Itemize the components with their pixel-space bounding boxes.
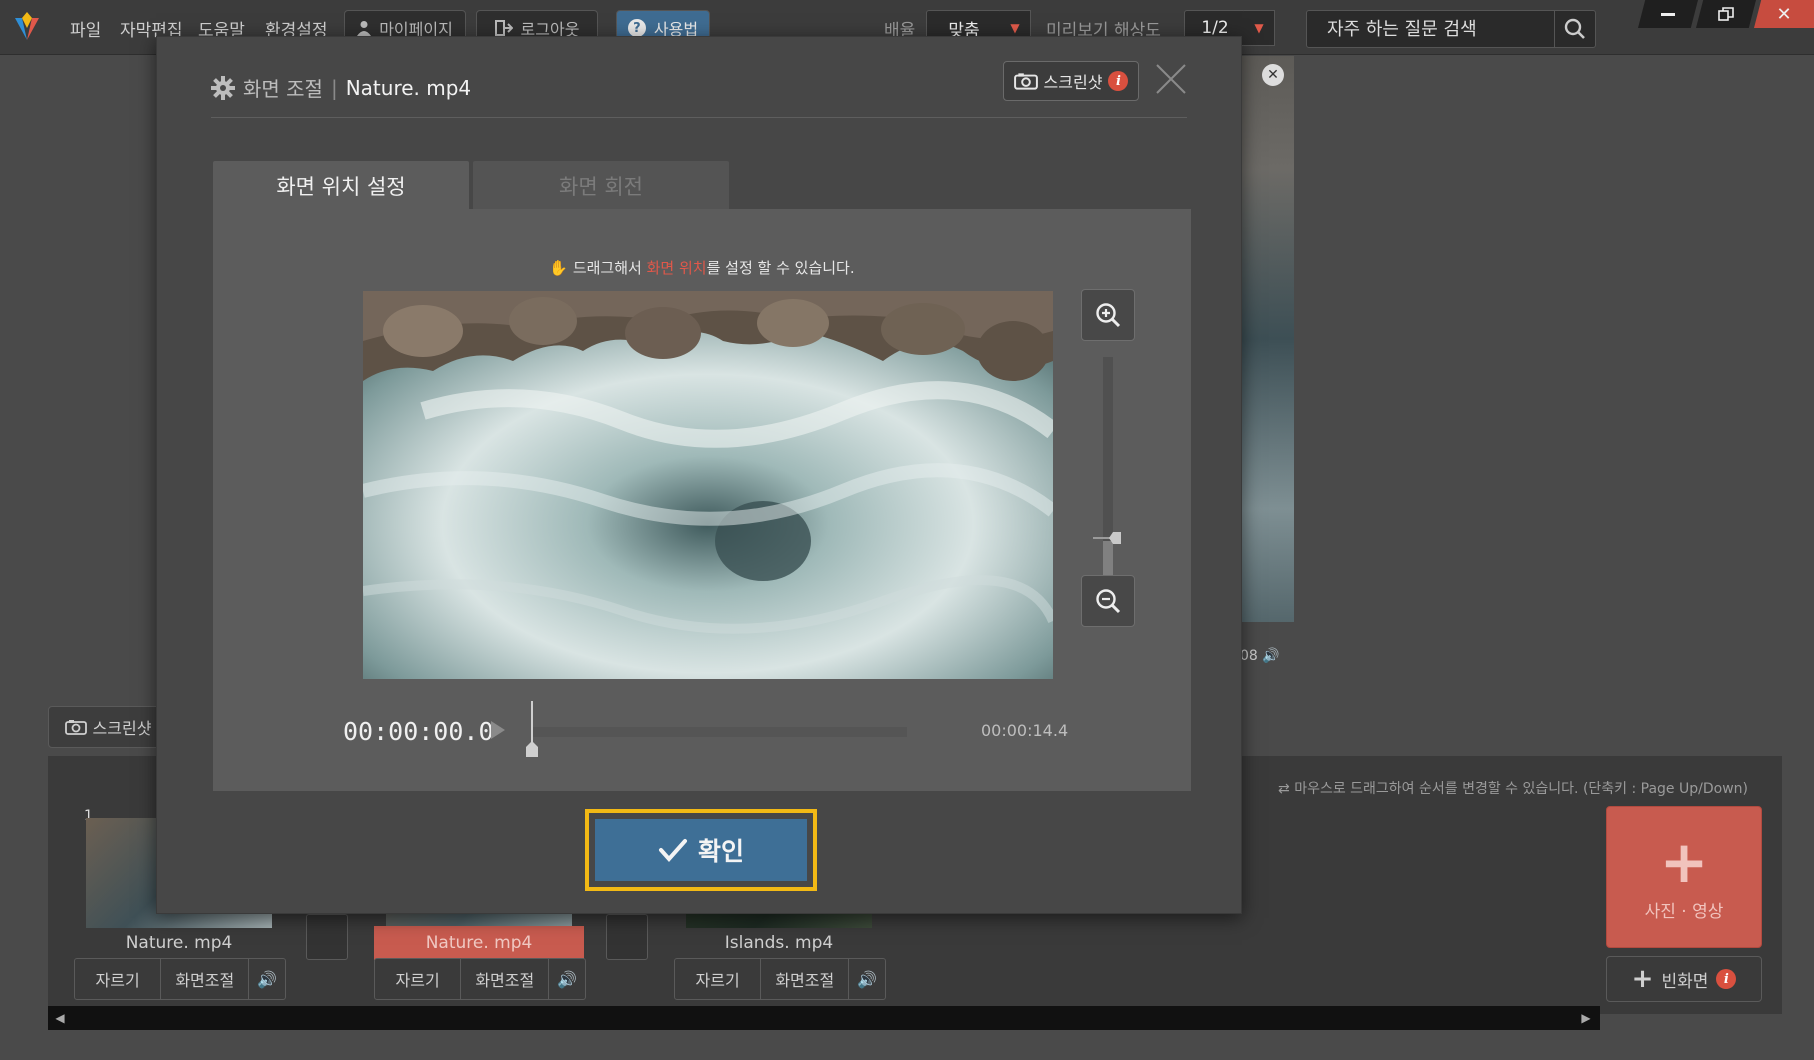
dialog-header: 화면 조절 | Nature. mp4 [211, 73, 471, 102]
search-icon [1564, 18, 1585, 39]
clip-cut-button[interactable]: 자르기 [75, 959, 162, 999]
timeline-scrollbar[interactable]: ◀ ▶ [48, 1006, 1600, 1030]
faq-search-box [1306, 10, 1596, 48]
clip-name: Nature. mp4 [374, 926, 584, 960]
add-media-button[interactable]: + 사진 · 영상 [1606, 806, 1762, 948]
transition-slot[interactable] [606, 914, 648, 960]
tab-screen-rotate[interactable]: 화면 회전 [473, 161, 729, 211]
zoom-out-icon [1096, 589, 1121, 614]
end-time: 00:00:14.4 [981, 721, 1069, 740]
preview-time-fragment: 08 🔊 [1240, 648, 1280, 664]
tab-screen-position[interactable]: 화면 위치 설정 [213, 161, 469, 211]
scroll-right-icon[interactable]: ▶ [1576, 1006, 1596, 1030]
camera-icon [64, 720, 87, 735]
add-media-label: 사진 · 영상 [1644, 901, 1724, 922]
info-icon[interactable]: i [1716, 969, 1737, 989]
blank-screen-label: 빈화면 [1661, 971, 1709, 992]
clip-controls: 자르기 화면조절 🔊 [74, 958, 286, 1000]
clip-controls: 자르기 화면조절 🔊 [674, 958, 886, 1000]
ocean-waves-image [363, 291, 1053, 679]
video-preview[interactable] [363, 291, 1053, 679]
current-time: 00:00:00.0 [343, 717, 494, 746]
info-icon[interactable]: i [1108, 71, 1129, 91]
zoom-in-icon [1096, 303, 1121, 328]
window-close-button[interactable]: ✕ [1754, 0, 1814, 28]
plus-icon: + [1631, 964, 1654, 994]
menu-file[interactable]: 파일 [70, 16, 101, 41]
clip-name: Nature. mp4 [125, 933, 233, 953]
plus-icon: + [1659, 827, 1709, 896]
seek-bar[interactable] [531, 727, 907, 737]
close-icon: ✕ [1776, 3, 1792, 25]
restore-icon [1718, 7, 1734, 21]
dialog-screenshot-button[interactable]: 스크린샷 i [1003, 61, 1139, 101]
drag-order-hint: ⇄ 마우스로 드래그하여 순서를 변경할 수 있습니다. (단축키 : Page… [1278, 781, 1748, 797]
dialog-close-button[interactable] [1151, 59, 1191, 99]
clip-adjust-button[interactable]: 화면조절 [161, 959, 250, 999]
camera-icon [1013, 73, 1038, 90]
drag-hint: ✋ 드래그해서 화면 위치를 설정 할 수 있습니다. [213, 257, 1191, 278]
close-icon [1156, 64, 1186, 94]
preview-resolution-dropdown-arrow-icon[interactable]: ▼ [1244, 10, 1275, 46]
background-screenshot-button[interactable]: 스크린샷 [48, 706, 168, 748]
help-icon: ? [627, 19, 646, 37]
clip-volume-icon[interactable]: 🔊 [849, 959, 885, 999]
search-button[interactable] [1554, 11, 1595, 47]
zoom-slider-handle[interactable] [1093, 529, 1121, 544]
dialog-title: 화면 조절 [243, 77, 323, 101]
checkmark-icon [658, 839, 687, 863]
play-button[interactable] [489, 719, 507, 741]
confirm-focus-outline: 확인 [585, 809, 817, 891]
screen-adjust-dialog: 화면 조절 | Nature. mp4 스크린샷 i 화면 위치 설정 화면 회… [156, 36, 1242, 914]
gear-icon [211, 75, 235, 100]
dialog-screenshot-label: 스크린샷 [1043, 73, 1103, 92]
clip-volume-icon[interactable]: 🔊 [549, 959, 585, 999]
hand-icon: ✋ [549, 259, 569, 277]
header-divider [211, 117, 1187, 118]
clip-cut-button[interactable]: 자르기 [675, 959, 762, 999]
clip-volume-icon[interactable]: 🔊 [249, 959, 285, 999]
preview-close-icon[interactable]: ✕ [1262, 64, 1284, 86]
clip-controls: 자르기 화면조절 🔊 [374, 958, 586, 1000]
zoom-out-button[interactable] [1081, 575, 1135, 627]
user-icon [357, 21, 372, 36]
add-blank-screen-button[interactable]: + 빈화면 i [1606, 956, 1762, 1002]
logout-icon [494, 20, 513, 36]
seek-handle[interactable] [525, 701, 539, 761]
clip-adjust-button[interactable]: 화면조절 [461, 959, 550, 999]
faq-search-input[interactable] [1307, 11, 1554, 47]
drag-hint-text-1: 드래그해서 [572, 259, 647, 277]
drag-hint-text-2: 를 설정 할 수 있습니다. [706, 259, 855, 277]
play-icon [491, 721, 505, 739]
position-settings-panel: ✋ 드래그해서 화면 위치를 설정 할 수 있습니다. 00:00:00.0 0… [213, 209, 1191, 791]
background-screenshot-label: 스크린샷 [92, 719, 152, 738]
app-logo-icon [12, 10, 42, 44]
clip-name: Islands. mp4 [724, 933, 834, 953]
zoom-in-button[interactable] [1081, 289, 1135, 341]
drag-hint-highlight: 화면 위치 [646, 259, 707, 277]
clip-cut-button[interactable]: 자르기 [375, 959, 462, 999]
title-separator: | [330, 75, 338, 100]
dialog-filename: Nature. mp4 [345, 75, 472, 100]
minimize-button[interactable] [1638, 0, 1698, 28]
volume-icon: 🔊 [1262, 648, 1280, 664]
scroll-left-icon[interactable]: ◀ [50, 1006, 70, 1030]
restore-button[interactable] [1696, 0, 1756, 28]
confirm-label: 확인 [697, 837, 744, 866]
clip-adjust-button[interactable]: 화면조절 [761, 959, 850, 999]
transition-slot[interactable] [306, 914, 348, 960]
confirm-button[interactable]: 확인 [595, 819, 807, 881]
minimize-icon [1661, 12, 1675, 16]
